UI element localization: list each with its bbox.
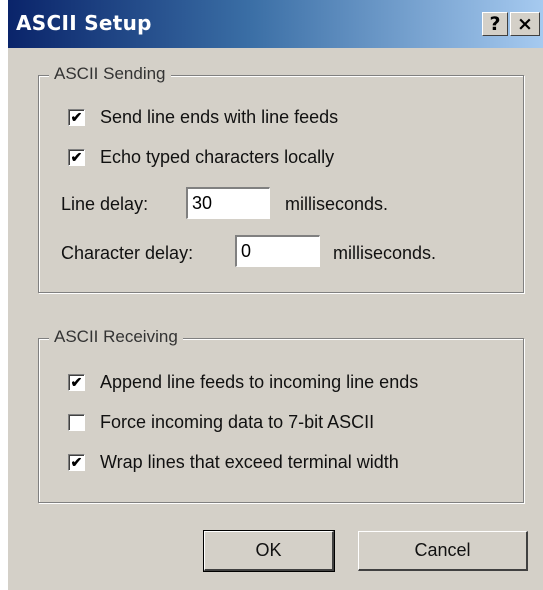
cancel-button[interactable]: Cancel <box>358 531 528 571</box>
wrap-lines-checkbox[interactable]: ✔ <box>68 454 85 471</box>
echo-typed-checkbox[interactable]: ✔ <box>68 149 85 166</box>
ascii-sending-legend: ASCII Sending <box>49 64 171 84</box>
append-line-feeds-label: Append line feeds to incoming line ends <box>100 372 419 392</box>
send-line-ends-label: Send line ends with line feeds <box>100 107 339 127</box>
ascii-receiving-legend: ASCII Receiving <box>49 327 183 347</box>
ascii-sending-group: ASCII Sending ✔ Send line ends with line… <box>38 64 524 293</box>
echo-typed-option[interactable]: ✔ Echo typed characters locally <box>68 147 508 171</box>
send-line-ends-option[interactable]: ✔ Send line ends with line feeds <box>68 107 508 131</box>
append-line-feeds-checkbox[interactable]: ✔ <box>68 374 85 391</box>
append-line-feeds-option[interactable]: ✔ Append line feeds to incoming line end… <box>68 372 508 396</box>
ascii-setup-dialog: ASCII Setup ? × ASCII Sending ✔ Send lin… <box>8 0 543 590</box>
line-delay-unit: milliseconds. <box>285 194 389 214</box>
wrap-lines-option[interactable]: ✔ Wrap lines that exceed terminal width <box>68 452 508 476</box>
force-7bit-checkbox[interactable] <box>68 414 85 431</box>
help-button[interactable]: ? <box>482 12 508 36</box>
title-bar: ASCII Setup ? × <box>8 0 543 48</box>
send-line-ends-checkbox[interactable]: ✔ <box>68 109 85 126</box>
character-delay-unit: milliseconds. <box>333 243 437 263</box>
close-button[interactable]: × <box>510 12 540 36</box>
line-delay-label: Line delay: <box>61 194 149 214</box>
dialog-title: ASCII Setup <box>16 11 152 35</box>
ok-button[interactable]: OK <box>203 530 335 572</box>
ascii-receiving-group: ASCII Receiving ✔ Append line feeds to i… <box>38 327 524 503</box>
echo-typed-label: Echo typed characters locally <box>100 147 335 167</box>
line-delay-input[interactable] <box>186 187 270 219</box>
force-7bit-label: Force incoming data to 7-bit ASCII <box>100 412 375 432</box>
character-delay-label: Character delay: <box>61 243 194 263</box>
character-delay-input[interactable] <box>235 235 320 267</box>
wrap-lines-label: Wrap lines that exceed terminal width <box>100 452 399 472</box>
force-7bit-option[interactable]: Force incoming data to 7-bit ASCII <box>68 412 508 436</box>
